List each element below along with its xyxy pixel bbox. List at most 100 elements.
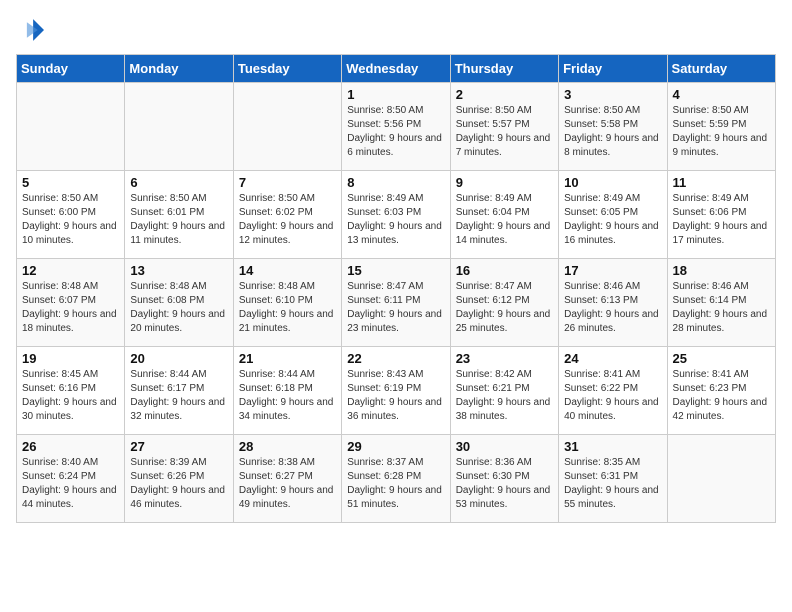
calendar-cell: 20 Sunrise: 8:44 AM Sunset: 6:17 PM Dayli…: [125, 347, 233, 435]
calendar-cell: 26 Sunrise: 8:40 AM Sunset: 6:24 PM Dayli…: [17, 435, 125, 523]
calendar-cell: 1 Sunrise: 8:50 AM Sunset: 5:56 PM Daylig…: [342, 83, 450, 171]
weekday-header-tuesday: Tuesday: [233, 55, 341, 83]
day-info: Sunrise: 8:49 AM Sunset: 6:05 PM Dayligh…: [564, 192, 661, 248]
day-info: Sunrise: 8:49 AM Sunset: 6:06 PM Dayligh…: [673, 192, 770, 248]
calendar-cell: 30Sunrise: 8:36 AM Sunset: 6:30 PM Dayli…: [450, 435, 558, 523]
day-number: 5: [22, 175, 119, 190]
calendar-cell: 29 Sunrise: 8:37 AM Sunset: 6:28 PM Dayli…: [342, 435, 450, 523]
day-info: Sunrise: 8:41 AM Sunset: 6:22 PM Dayligh…: [564, 368, 661, 424]
day-info: Sunrise: 8:50 AM Sunset: 5:56 PM Dayligh…: [347, 104, 444, 160]
day-number: 19: [22, 351, 119, 366]
calendar-cell: 6 Sunrise: 8:50 AM Sunset: 6:01 PM Daylig…: [125, 171, 233, 259]
calendar-cell: 27Sunrise: 8:39 AM Sunset: 6:26 PM Dayli…: [125, 435, 233, 523]
calendar-cell: 16Sunrise: 8:47 AM Sunset: 6:12 PM Dayli…: [450, 259, 558, 347]
calendar-cell: 19 Sunrise: 8:45 AM Sunset: 6:16 PM Dayli…: [17, 347, 125, 435]
day-number: 15: [347, 263, 444, 278]
day-number: 11: [673, 175, 770, 190]
calendar-cell: 14 Sunrise: 8:48 AM Sunset: 6:10 PM Dayli…: [233, 259, 341, 347]
day-number: 22: [347, 351, 444, 366]
calendar-cell: [17, 83, 125, 171]
weekday-header-saturday: Saturday: [667, 55, 775, 83]
day-info: Sunrise: 8:42 AM Sunset: 6:21 PM Dayligh…: [456, 368, 553, 424]
day-info: Sunrise: 8:48 AM Sunset: 6:10 PM Dayligh…: [239, 280, 336, 336]
calendar-cell: 18 Sunrise: 8:46 AM Sunset: 6:14 PM Dayli…: [667, 259, 775, 347]
calendar-cell: 13 Sunrise: 8:48 AM Sunset: 6:08 PM Dayli…: [125, 259, 233, 347]
day-info: Sunrise: 8:40 AM Sunset: 6:24 PM Dayligh…: [22, 456, 119, 512]
calendar-cell: [667, 435, 775, 523]
day-info: Sunrise: 8:49 AM Sunset: 6:04 PM Dayligh…: [456, 192, 553, 248]
day-number: 25: [673, 351, 770, 366]
weekday-header-sunday: Sunday: [17, 55, 125, 83]
day-number: 14: [239, 263, 336, 278]
calendar-cell: 22 Sunrise: 8:43 AM Sunset: 6:19 PM Dayli…: [342, 347, 450, 435]
calendar-cell: 11 Sunrise: 8:49 AM Sunset: 6:06 PM Dayli…: [667, 171, 775, 259]
day-info: Sunrise: 8:46 AM Sunset: 6:14 PM Dayligh…: [673, 280, 770, 336]
logo-icon: [16, 16, 44, 44]
day-number: 30: [456, 439, 553, 454]
calendar-cell: 3 Sunrise: 8:50 AM Sunset: 5:58 PM Daylig…: [559, 83, 667, 171]
day-info: Sunrise: 8:44 AM Sunset: 6:17 PM Dayligh…: [130, 368, 227, 424]
calendar-cell: 2 Sunrise: 8:50 AM Sunset: 5:57 PM Daylig…: [450, 83, 558, 171]
calendar-week-row: 1 Sunrise: 8:50 AM Sunset: 5:56 PM Daylig…: [17, 83, 776, 171]
day-number: 4: [673, 87, 770, 102]
day-number: 21: [239, 351, 336, 366]
day-info: Sunrise: 8:35 AM Sunset: 6:31 PM Dayligh…: [564, 456, 661, 512]
day-number: 3: [564, 87, 661, 102]
page-header: [16, 16, 776, 44]
day-number: 31: [564, 439, 661, 454]
day-info: Sunrise: 8:50 AM Sunset: 5:58 PM Dayligh…: [564, 104, 661, 160]
day-info: Sunrise: 8:50 AM Sunset: 6:01 PM Dayligh…: [130, 192, 227, 248]
calendar-cell: 25 Sunrise: 8:41 AM Sunset: 6:23 PM Dayli…: [667, 347, 775, 435]
calendar-week-row: 19 Sunrise: 8:45 AM Sunset: 6:16 PM Dayli…: [17, 347, 776, 435]
day-number: 17: [564, 263, 661, 278]
day-info: Sunrise: 8:43 AM Sunset: 6:19 PM Dayligh…: [347, 368, 444, 424]
day-number: 18: [673, 263, 770, 278]
weekday-header-wednesday: Wednesday: [342, 55, 450, 83]
calendar-cell: 8 Sunrise: 8:49 AM Sunset: 6:03 PM Daylig…: [342, 171, 450, 259]
day-info: Sunrise: 8:47 AM Sunset: 6:11 PM Dayligh…: [347, 280, 444, 336]
day-info: Sunrise: 8:39 AM Sunset: 6:26 PM Dayligh…: [130, 456, 227, 512]
day-info: Sunrise: 8:50 AM Sunset: 5:57 PM Dayligh…: [456, 104, 553, 160]
day-number: 1: [347, 87, 444, 102]
day-number: 7: [239, 175, 336, 190]
day-info: Sunrise: 8:50 AM Sunset: 6:00 PM Dayligh…: [22, 192, 119, 248]
day-number: 20: [130, 351, 227, 366]
calendar-cell: 23 Sunrise: 8:42 AM Sunset: 6:21 PM Dayli…: [450, 347, 558, 435]
weekday-header-thursday: Thursday: [450, 55, 558, 83]
calendar-table: SundayMondayTuesdayWednesdayThursdayFrid…: [16, 54, 776, 523]
day-number: 23: [456, 351, 553, 366]
weekday-header-row: SundayMondayTuesdayWednesdayThursdayFrid…: [17, 55, 776, 83]
day-info: Sunrise: 8:37 AM Sunset: 6:28 PM Dayligh…: [347, 456, 444, 512]
day-info: Sunrise: 8:49 AM Sunset: 6:03 PM Dayligh…: [347, 192, 444, 248]
weekday-header-monday: Monday: [125, 55, 233, 83]
day-number: 6: [130, 175, 227, 190]
calendar-cell: 17Sunrise: 8:46 AM Sunset: 6:13 PM Dayli…: [559, 259, 667, 347]
calendar-cell: 10 Sunrise: 8:49 AM Sunset: 6:05 PM Dayli…: [559, 171, 667, 259]
day-info: Sunrise: 8:38 AM Sunset: 6:27 PM Dayligh…: [239, 456, 336, 512]
day-number: 16: [456, 263, 553, 278]
day-number: 13: [130, 263, 227, 278]
day-number: 26: [22, 439, 119, 454]
day-number: 10: [564, 175, 661, 190]
day-number: 8: [347, 175, 444, 190]
calendar-cell: [233, 83, 341, 171]
day-info: Sunrise: 8:50 AM Sunset: 6:02 PM Dayligh…: [239, 192, 336, 248]
day-info: Sunrise: 8:45 AM Sunset: 6:16 PM Dayligh…: [22, 368, 119, 424]
calendar-cell: 7 Sunrise: 8:50 AM Sunset: 6:02 PM Daylig…: [233, 171, 341, 259]
day-info: Sunrise: 8:48 AM Sunset: 6:07 PM Dayligh…: [22, 280, 119, 336]
day-info: Sunrise: 8:44 AM Sunset: 6:18 PM Dayligh…: [239, 368, 336, 424]
calendar-cell: 28 Sunrise: 8:38 AM Sunset: 6:27 PM Dayli…: [233, 435, 341, 523]
calendar-week-row: 5 Sunrise: 8:50 AM Sunset: 6:00 PM Daylig…: [17, 171, 776, 259]
day-info: Sunrise: 8:41 AM Sunset: 6:23 PM Dayligh…: [673, 368, 770, 424]
day-number: 28: [239, 439, 336, 454]
calendar-cell: 5 Sunrise: 8:50 AM Sunset: 6:00 PM Daylig…: [17, 171, 125, 259]
calendar-cell: 4Sunrise: 8:50 AM Sunset: 5:59 PM Daylig…: [667, 83, 775, 171]
day-number: 24: [564, 351, 661, 366]
day-info: Sunrise: 8:48 AM Sunset: 6:08 PM Dayligh…: [130, 280, 227, 336]
day-number: 12: [22, 263, 119, 278]
calendar-cell: 12 Sunrise: 8:48 AM Sunset: 6:07 PM Dayli…: [17, 259, 125, 347]
calendar-cell: 31 Sunrise: 8:35 AM Sunset: 6:31 PM Dayli…: [559, 435, 667, 523]
day-number: 29: [347, 439, 444, 454]
calendar-cell: 9Sunrise: 8:49 AM Sunset: 6:04 PM Daylig…: [450, 171, 558, 259]
day-number: 2: [456, 87, 553, 102]
